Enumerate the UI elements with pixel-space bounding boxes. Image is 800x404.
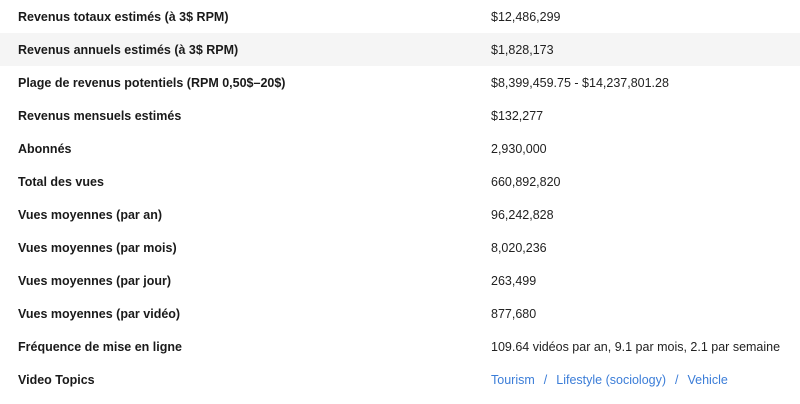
stat-value: 877,680 <box>491 306 537 321</box>
stat-label: Revenus annuels estimés (à 3$ RPM) <box>0 33 491 66</box>
stat-label: Plage de revenus potentiels (RPM 0,50$–2… <box>18 75 286 90</box>
stat-label: Vues moyennes (par jour) <box>18 273 172 288</box>
stat-value: 660,892,820 <box>491 174 561 189</box>
stat-row-total-views: Total des vues 660,892,820 <box>0 165 800 198</box>
stat-row-upload-frequency: Fréquence de mise en ligne 109.64 vidéos… <box>0 330 800 363</box>
stat-label: Abonnés <box>18 141 72 156</box>
stat-value: 263,499 <box>491 273 537 288</box>
stat-row-total-revenue: Revenus totaux estimés (à 3$ RPM) $12,48… <box>0 0 800 33</box>
topic-separator: / <box>543 372 548 387</box>
stat-row-views-per-year: Vues moyennes (par an) 96,242,828 <box>0 198 800 231</box>
stat-row-subscribers: Abonnés 2,930,000 <box>0 132 800 165</box>
stat-row-annual-revenue: Revenus annuels estimés (à 3$ RPM) $1,82… <box>0 33 800 66</box>
stat-label: Vues moyennes (par vidéo) <box>18 306 181 321</box>
stat-label: Revenus mensuels estimés <box>18 108 182 123</box>
stat-label: Fréquence de mise en ligne <box>18 339 182 354</box>
stat-value: 96,242,828 <box>491 207 554 222</box>
topic-link-tourism[interactable]: Tourism <box>491 373 535 387</box>
stat-label: Vues moyennes (par an) <box>18 207 163 222</box>
stat-label: Video Topics <box>18 372 95 387</box>
topic-separator: / <box>675 372 679 387</box>
stat-row-video-topics: Video Topics Tourism / Lifestyle (sociolog… <box>0 363 800 396</box>
stat-row-views-per-day: Vues moyennes (par jour) 263,499 <box>0 264 800 297</box>
stat-value: 2,930,000 <box>491 141 547 156</box>
stat-value: $8,399,459.75 - $14,237,801.28 <box>491 75 669 90</box>
stat-value: $12,486,299 <box>491 9 561 24</box>
stat-value: $1,828,173 <box>491 33 800 66</box>
topic-link-vehicle[interactable]: Vehicle <box>688 373 728 387</box>
stat-row-monthly-revenue: Revenus mensuels estimés $132,277 <box>0 99 800 132</box>
stat-value: $132,277 <box>491 108 544 123</box>
channel-stats-table: Revenus totaux estimés (à 3$ RPM) $12,48… <box>0 0 800 396</box>
topic-link-lifestyle[interactable]: Lifestyle (sociology) <box>556 373 666 387</box>
stat-label: Revenus totaux estimés (à 3$ RPM) <box>18 9 229 24</box>
stat-value: 8,020,236 <box>491 240 547 255</box>
stat-label: Total des vues <box>18 174 104 189</box>
stat-label: Vues moyennes (par mois) <box>18 240 177 255</box>
stat-value: 109.64 vidéos par an, 9.1 par mois, 2.1 … <box>491 339 781 354</box>
video-topics-list: Tourism / Lifestyle (sociology) / Vehicle <box>491 363 800 396</box>
stat-row-views-per-month: Vues moyennes (par mois) 8,020,236 <box>0 231 800 264</box>
stat-row-revenue-range: Plage de revenus potentiels (RPM 0,50$–2… <box>0 66 800 99</box>
stat-row-views-per-video: Vues moyennes (par vidéo) 877,680 <box>0 297 800 330</box>
